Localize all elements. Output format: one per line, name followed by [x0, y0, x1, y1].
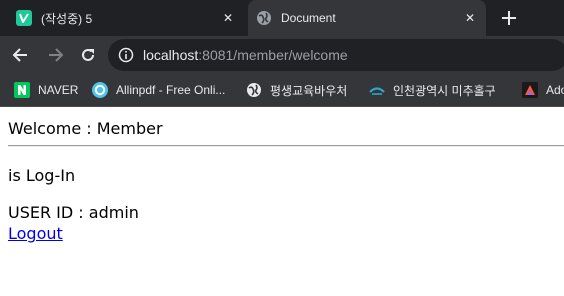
tab-document[interactable]: Document ✕: [248, 0, 486, 36]
back-button[interactable]: [6, 41, 34, 69]
bookmark-incheon[interactable]: 인천광역시 미추홀구: [369, 74, 496, 106]
bookmark-adobe[interactable]: Ado: [522, 74, 564, 106]
naver-icon: [14, 82, 30, 98]
close-icon[interactable]: ✕: [460, 8, 480, 28]
tab-strip: (작성중) 5 ✕ Document ✕: [0, 0, 564, 36]
bookmarks-bar: NAVER Allinpdf - Free Onli... 평생교육바우처 인천…: [0, 74, 564, 107]
globe-icon: [257, 11, 271, 25]
bookmark-label: NAVER: [38, 83, 79, 97]
close-icon[interactable]: ✕: [218, 8, 238, 28]
allinpdf-icon: [92, 82, 108, 98]
bookmark-naver[interactable]: NAVER: [14, 74, 78, 106]
login-status: is Log-In: [8, 166, 76, 185]
arrow-left-icon: [12, 48, 27, 62]
reload-icon: [82, 48, 94, 61]
bookmark-allinpdf[interactable]: Allinpdf - Free Onli...: [92, 74, 225, 106]
adobe-icon: [522, 82, 538, 98]
page-content: Welcome : Member is Log-In USER ID : adm…: [0, 107, 564, 296]
plus-icon: [502, 11, 516, 25]
bookmark-label: 인천광역시 미추홀구: [393, 83, 496, 98]
bookmark-label: Ado: [546, 83, 564, 97]
address-bar[interactable]: localhost:8081/member/welcome: [108, 39, 564, 71]
welcome-heading: Welcome : Member: [8, 119, 163, 138]
tab-velog[interactable]: (작성중) 5 ✕: [8, 0, 244, 36]
logout-link[interactable]: Logout: [8, 224, 63, 243]
tab-title: Document: [281, 11, 336, 25]
velog-icon: [16, 10, 32, 26]
tab-title: (작성중) 5: [41, 11, 93, 26]
url-path: :8081/member/welcome: [198, 47, 348, 63]
toolbar: localhost:8081/member/welcome: [0, 36, 564, 74]
bookmark-label: Allinpdf - Free Onli...: [116, 83, 226, 97]
bookmark-voucher[interactable]: 평생교육바우처: [246, 74, 347, 106]
url-host: localhost: [143, 47, 199, 63]
horizontal-rule: [8, 145, 564, 147]
url-text: localhost:8081/member/welcome: [143, 47, 348, 63]
new-tab-button[interactable]: [496, 6, 522, 30]
reload-button[interactable]: [74, 41, 102, 69]
arrow-right-icon: [49, 48, 64, 62]
bookmark-label: 평생교육바우처: [270, 83, 348, 98]
incheon-icon: [369, 87, 385, 95]
forward-button[interactable]: [42, 41, 70, 69]
globe-icon: [247, 83, 261, 97]
user-id-text: USER ID : admin: [8, 203, 139, 222]
info-icon[interactable]: [118, 47, 134, 63]
